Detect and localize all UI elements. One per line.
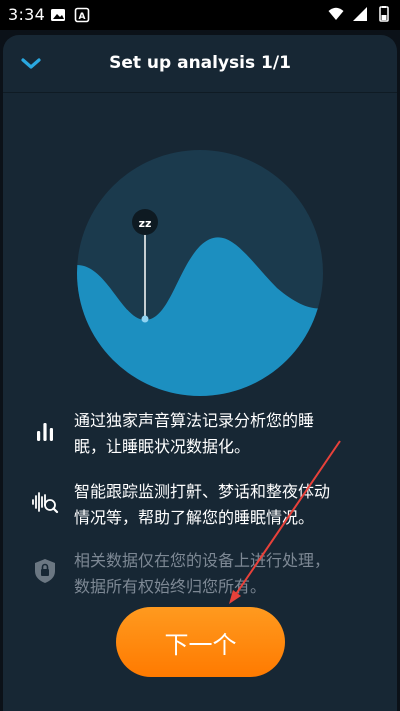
feature-text-line: 情况等，帮助了解您的睡眠情况。 bbox=[74, 508, 315, 527]
feature-sound-algorithm: 通过独家声音算法记录分析您的睡 眠，让睡眠状况数据化。 bbox=[28, 408, 368, 460]
feature-text-line: 数据所有权始终归您所有。 bbox=[74, 577, 267, 596]
marker-dot bbox=[141, 315, 149, 323]
svg-text:A: A bbox=[79, 12, 86, 22]
svg-text:zz: zz bbox=[139, 217, 152, 230]
signal-icon bbox=[353, 7, 367, 21]
wifi-icon bbox=[328, 7, 344, 20]
feature-text-line: 眠，让睡眠状况数据化。 bbox=[74, 437, 251, 456]
battery-icon bbox=[379, 6, 389, 22]
feature-text-line: 智能跟踪监测打鼾、梦话和整夜体动 bbox=[74, 482, 331, 501]
image-icon bbox=[51, 9, 65, 21]
feature-text: 智能跟踪监测打鼾、梦话和整夜体动 情况等，帮助了解您的睡眠情况。 bbox=[74, 479, 330, 531]
app-a-icon: A bbox=[74, 7, 90, 23]
feature-text: 相关数据仅在您的设备上进行处理， 数据所有权始终归您所有。 bbox=[74, 548, 330, 600]
feature-snore-tracking: 智能跟踪监测打鼾、梦话和整夜体动 情况等，帮助了解您的睡眠情况。 bbox=[28, 479, 368, 531]
feature-text-line: 通过独家声音算法记录分析您的睡 bbox=[74, 411, 315, 430]
sleep-wave-illustration: zz bbox=[77, 150, 323, 396]
sound-wave-search-icon bbox=[28, 485, 62, 519]
bar-chart-icon bbox=[28, 414, 62, 448]
zzz-icon: zz bbox=[132, 209, 158, 235]
sheet-header: Set up analysis 1/1 bbox=[3, 35, 397, 93]
feature-text: 通过独家声音算法记录分析您的睡 眠，让睡眠状况数据化。 bbox=[74, 408, 314, 460]
sheet-title: Set up analysis 1/1 bbox=[109, 53, 291, 73]
next-button[interactable]: 下一个 bbox=[116, 607, 285, 677]
feature-text-line: 相关数据仅在您的设备上进行处理， bbox=[74, 551, 331, 570]
status-bar: 3:34 A bbox=[0, 0, 400, 30]
status-time: 3:34 bbox=[8, 5, 46, 24]
feature-privacy: 相关数据仅在您的设备上进行处理， 数据所有权始终归您所有。 bbox=[28, 548, 368, 600]
lock-icon bbox=[28, 554, 62, 588]
